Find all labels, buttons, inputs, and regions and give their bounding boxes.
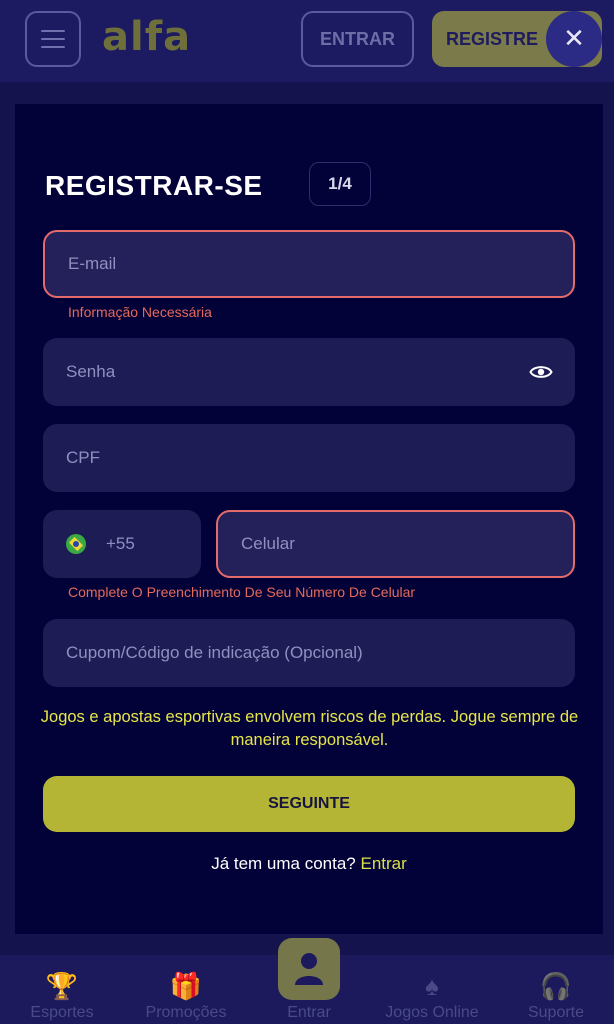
cpf-field[interactable]: CPF [43,424,575,492]
eye-icon[interactable] [529,360,553,384]
menu-line [41,30,65,32]
login-link[interactable]: Entrar [361,854,407,873]
nav-item-promotions[interactable]: 🎁 Promoções [130,955,242,1024]
nav-item-online-games[interactable]: ♠ Jogos Online [370,955,494,1024]
nav-label: Esportes [30,1004,94,1021]
top-bar: alfa ENTRAR REGISTRE ✕ [0,0,614,82]
nav-item-support[interactable]: 🎧 Suporte [512,955,600,1024]
menu-line [41,38,65,40]
menu-button[interactable] [25,11,81,67]
login-button[interactable]: ENTRAR [301,11,414,67]
phone-error: Complete O Preenchimento De Seu Número D… [68,584,416,600]
brand-logo[interactable]: alfa [102,14,191,60]
cpf-placeholder: CPF [66,448,100,467]
nav-item-sports[interactable]: 🏆 Esportes [18,955,106,1024]
coupon-field[interactable]: Cupom/Código de indicação (Opcional) [43,619,575,687]
brazil-flag-icon [66,534,86,554]
nav-label: Jogos Online [385,1004,479,1021]
responsible-gaming-notice: Jogos e apostas esportivas envolvem risc… [40,708,579,749]
next-button[interactable]: SEGUINTE [43,776,575,832]
coupon-placeholder: Cupom/Código de indicação (Opcional) [66,643,363,662]
trophy-icon: 🏆 [45,971,79,1001]
menu-line [41,46,65,48]
country-code: +55 [106,534,135,553]
gift-icon: 🎁 [169,971,203,1001]
user-glyph [295,953,323,985]
phone-placeholder: Celular [241,534,295,553]
spade-icon: ♠ [425,971,439,1001]
password-placeholder: Senha [66,362,116,381]
password-field[interactable]: Senha [43,338,575,406]
email-error: Informação Necessária [68,304,212,320]
email-field[interactable]: E-mail [43,230,575,298]
modal-title: REGISTRAR-SE [45,170,263,201]
email-placeholder: E-mail [68,254,117,273]
nav-label: Entrar [287,1004,331,1021]
login-prompt: Já tem uma conta? Entrar [15,854,603,874]
phone-field[interactable]: Celular [216,510,575,578]
register-modal: REGISTRAR-SE 1/4 E-mail Informação Neces… [15,104,603,934]
step-badge: 1/4 [309,162,371,206]
nav-label: Promoções [145,1004,227,1021]
country-code-select[interactable]: +55 [43,510,201,578]
user-icon[interactable] [278,938,340,1000]
have-account-text: Já tem uma conta? [211,854,356,873]
headset-icon: 🎧 [539,971,573,1001]
close-icon[interactable]: ✕ [546,11,602,67]
nav-label: Suporte [527,1004,585,1021]
